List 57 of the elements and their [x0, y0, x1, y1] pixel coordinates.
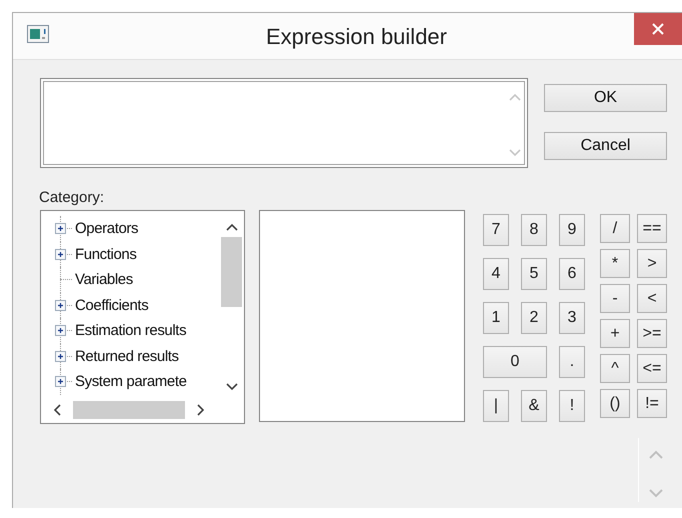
- tree-item[interactable]: Returned results: [75, 348, 179, 365]
- expand-icon[interactable]: [55, 248, 66, 260]
- key-button[interactable]: 4: [483, 258, 509, 290]
- key-button[interactable]: |: [483, 390, 509, 422]
- key-button[interactable]: 1: [483, 302, 509, 334]
- operator-button[interactable]: /: [600, 214, 630, 243]
- scroll-up-icon[interactable]: [226, 223, 238, 231]
- operator-button[interactable]: !=: [637, 389, 667, 418]
- operator-button[interactable]: <=: [637, 354, 667, 383]
- key-button[interactable]: 5: [521, 258, 547, 290]
- scroll-down-icon[interactable]: [226, 383, 238, 391]
- operator-button[interactable]: -: [600, 284, 630, 313]
- expand-icon[interactable]: [55, 325, 66, 336]
- key-button[interactable]: 3: [559, 302, 585, 334]
- tree-item[interactable]: System paramete: [75, 373, 187, 390]
- operator-button[interactable]: <: [637, 284, 667, 313]
- scroll-down-icon: [649, 489, 663, 498]
- expand-icon[interactable]: [55, 376, 66, 388]
- key-button[interactable]: 9: [559, 214, 585, 246]
- app-icon: [27, 25, 49, 43]
- expand-icon[interactable]: [55, 223, 66, 234]
- scroll-up-icon: [649, 450, 663, 459]
- close-button[interactable]: [634, 13, 682, 45]
- scrollbar-thumb[interactable]: [221, 237, 242, 307]
- expand-icon[interactable]: [55, 300, 66, 311]
- key-button[interactable]: 7: [483, 214, 509, 246]
- key-button[interactable]: 6: [559, 258, 585, 290]
- expand-icon[interactable]: [55, 350, 66, 362]
- key-button[interactable]: .: [559, 346, 585, 378]
- scrollbar-thumb[interactable]: [73, 401, 185, 419]
- key-button[interactable]: !: [559, 390, 585, 422]
- tree-item[interactable]: Variables: [75, 271, 133, 288]
- expression-field[interactable]: [40, 78, 528, 168]
- scroll-up-icon: [509, 93, 521, 101]
- category-label: Category:: [39, 189, 106, 206]
- scroll-down-icon: [509, 149, 521, 157]
- tree-item[interactable]: Coefficients: [75, 296, 148, 314]
- scroll-left-icon[interactable]: [53, 404, 61, 416]
- key-button[interactable]: &: [521, 390, 547, 422]
- operator-button[interactable]: >=: [637, 319, 667, 348]
- tree-item[interactable]: Functions: [75, 246, 136, 263]
- key-button[interactable]: 2: [521, 302, 547, 334]
- key-button[interactable]: 8: [521, 214, 547, 246]
- operator-button[interactable]: +: [600, 319, 630, 348]
- window-title: Expression builder: [265, 23, 448, 50]
- operator-button[interactable]: >: [637, 249, 667, 278]
- ok-button[interactable]: OK: [544, 84, 667, 112]
- key-button[interactable]: 0: [483, 346, 547, 378]
- operator-button[interactable]: ^: [600, 354, 630, 383]
- tree-item[interactable]: Estimation results: [75, 322, 186, 340]
- tree-item[interactable]: Operators: [75, 220, 138, 238]
- scroll-right-icon[interactable]: [197, 404, 205, 416]
- close-icon: [651, 22, 665, 36]
- operator-button[interactable]: ==: [637, 214, 667, 243]
- operator-button[interactable]: *: [600, 249, 630, 278]
- cancel-button[interactable]: Cancel: [544, 132, 667, 160]
- operator-button[interactable]: (): [600, 389, 630, 418]
